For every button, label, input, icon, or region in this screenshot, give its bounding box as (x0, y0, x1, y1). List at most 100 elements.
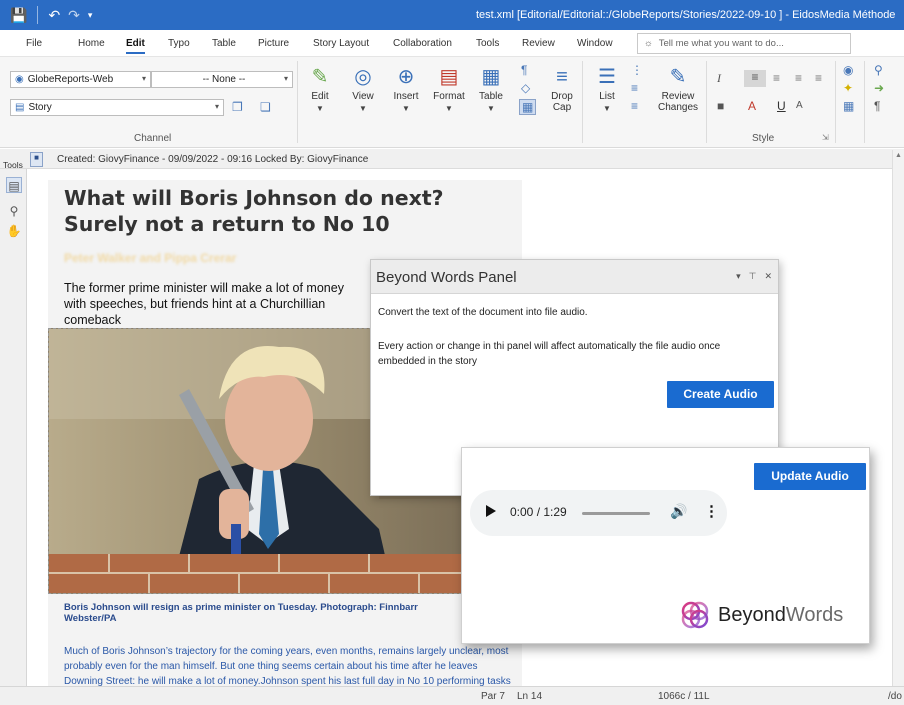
font-size-icon[interactable]: A (796, 100, 803, 111)
beyondwords-logo-mark-icon (681, 601, 709, 629)
title-bar: 💾 ↶ ↷ ▾ test.xml [Editorial/Editorial::/… (0, 0, 904, 30)
tag-icon[interactable]: ◇ (521, 81, 530, 95)
dialog-launcher-icon[interactable]: ⇲ (822, 133, 829, 142)
audio-player: 0:00 / 1:29 🔊 ⋮ (470, 490, 727, 536)
pilcrow-icon[interactable]: ¶ (874, 99, 880, 113)
paste-icon[interactable]: ❏ (260, 100, 271, 114)
plus-circle-icon: ⊕ (397, 66, 415, 88)
panel-menu-icon[interactable]: ▾ (736, 271, 741, 282)
italic-icon[interactable]: I (717, 71, 721, 86)
article-headline[interactable]: What will Boris Johnson do next? Surely … (64, 185, 504, 237)
article-standfirst[interactable]: The former prime minister will make a lo… (64, 280, 364, 328)
align-right-icon[interactable]: ≡ (795, 71, 802, 85)
beyondwords-logo-text: BeyondWords (718, 604, 843, 627)
form-icon[interactable]: ▦ (843, 99, 854, 113)
table-icon: ▦ (481, 66, 501, 88)
divider (835, 61, 836, 143)
tab-typo[interactable]: Typo (168, 38, 190, 49)
copy-icon[interactable]: ❐ (232, 100, 243, 114)
lightbulb-icon: ☼ (644, 38, 653, 49)
audio-card: Update Audio 0:00 / 1:29 🔊 ⋮ BeyondWords (461, 447, 870, 644)
embed-icon[interactable]: ▦ (519, 99, 537, 115)
highlight-icon[interactable]: ✦ (843, 81, 853, 95)
article-byline[interactable]: Peter Walker and Pippa Crerar (64, 251, 236, 265)
bullets-icon[interactable]: ⋮ (631, 63, 643, 77)
create-audio-button[interactable]: Create Audio (667, 381, 774, 408)
pilcrow-icon[interactable]: ¶ (521, 63, 527, 77)
align-left-icon[interactable]: ≡ (744, 70, 766, 87)
tab-collaboration[interactable]: Collaboration (393, 38, 452, 49)
customize-toolbar-icon[interactable]: ▾ (88, 8, 93, 22)
divider (37, 6, 39, 24)
tab-picture[interactable]: Picture (258, 38, 289, 49)
lock-icon: ■ (30, 152, 43, 167)
logo-word-words: Words (785, 603, 844, 626)
pencil-icon: ✎ (311, 66, 329, 88)
find-icon[interactable]: ⚲ (874, 63, 883, 77)
edit-button-label: Edit (311, 91, 329, 102)
tab-home[interactable]: Home (78, 38, 105, 49)
undo-icon[interactable]: ↶ (48, 8, 60, 22)
document-icon: ▤ (15, 102, 25, 113)
tab-story-layout[interactable]: Story Layout (313, 38, 369, 49)
format-button[interactable]: ▤ Format ▼ (432, 63, 466, 113)
underline-icon[interactable]: U (777, 99, 786, 113)
story-select[interactable]: ▤ Story ▾ (10, 99, 224, 116)
font-color-icon[interactable]: A (748, 99, 756, 113)
indent-icon[interactable]: ≡ (631, 81, 638, 95)
panel-description: Convert the text of the document into fi… (378, 307, 588, 318)
table-button[interactable]: ▦ Table ▼ (476, 63, 506, 113)
chevron-down-icon: ▼ (603, 104, 611, 113)
tab-table[interactable]: Table (212, 38, 236, 49)
variant-select[interactable]: -- None -- ▾ (151, 71, 293, 88)
scroll-up-icon[interactable]: ▲ (895, 152, 902, 159)
arrow-right-icon[interactable]: ➜ (874, 81, 884, 95)
article-body[interactable]: Much of Boris Johnson’s trajectory for t… (64, 644, 514, 689)
tab-edit[interactable]: Edit (126, 38, 145, 54)
list-button[interactable]: ☰ List ▼ (594, 63, 620, 113)
text-tool-icon[interactable]: ▤ (6, 177, 22, 193)
align-center-icon[interactable]: ≡ (773, 71, 780, 85)
tab-review[interactable]: Review (522, 38, 555, 49)
edit-button[interactable]: ✎ Edit ▼ (306, 63, 334, 113)
tab-tools[interactable]: Tools (476, 38, 499, 49)
more-options-icon[interactable]: ⋮ (704, 502, 719, 520)
panel-title: Beyond Words Panel (376, 269, 517, 286)
channel-select[interactable]: ◉ GlobeReports-Web ▾ (10, 71, 151, 88)
divider (864, 61, 865, 143)
photo-caption[interactable]: Boris Johnson will resign as prime minis… (64, 602, 464, 624)
insert-button[interactable]: ⊕ Insert ▼ (391, 63, 421, 113)
status-chars: 1066c / 11L (658, 691, 710, 702)
justify-icon[interactable]: ≡ (815, 71, 822, 85)
audio-time: 0:00 / 1:29 (510, 505, 567, 519)
pin-icon[interactable]: ⊤ (749, 271, 757, 282)
ribbon: ◉ GlobeReports-Web ▾ -- None -- ▾ ▤ Stor… (0, 56, 904, 148)
zoom-icon[interactable]: ⚲ (6, 203, 22, 219)
review-changes-button[interactable]: ✎ Review Changes (655, 63, 701, 113)
update-audio-button[interactable]: Update Audio (754, 463, 866, 490)
vertical-scrollbar[interactable]: ▲ (892, 150, 904, 686)
database-icon[interactable]: ◉ (843, 63, 853, 77)
hand-icon[interactable]: ✋ (6, 223, 22, 239)
tab-file[interactable]: File (26, 38, 42, 49)
window-title: test.xml [Editorial/Editorial::/GlobeRep… (476, 9, 896, 21)
eraser-icon[interactable]: ■ (717, 99, 724, 113)
volume-icon[interactable]: 🔊 (670, 503, 687, 520)
tab-window[interactable]: Window (577, 38, 613, 49)
table-button-label: Table (479, 91, 503, 102)
story-select-value: Story (28, 102, 52, 113)
drop-cap-button[interactable]: ≡ Drop Cap (548, 63, 576, 113)
save-icon[interactable]: 💾 (10, 8, 27, 22)
channel-select-value: GlobeReports-Web (27, 74, 114, 85)
redo-icon[interactable]: ↷ (68, 8, 80, 22)
close-icon[interactable]: ✕ (764, 271, 772, 282)
globe-icon: ◉ (15, 74, 24, 85)
eye-icon: ◎ (354, 66, 372, 88)
view-button[interactable]: ◎ View ▼ (348, 63, 378, 113)
audio-progress-slider[interactable] (582, 512, 650, 515)
tell-me-search[interactable]: ☼ Tell me what you want to do... (637, 33, 851, 54)
outdent-icon[interactable]: ≡ (631, 99, 638, 113)
play-icon[interactable] (486, 505, 496, 517)
drop-cap-label-2: Cap (552, 102, 572, 113)
tell-me-placeholder: Tell me what you want to do... (658, 38, 784, 49)
